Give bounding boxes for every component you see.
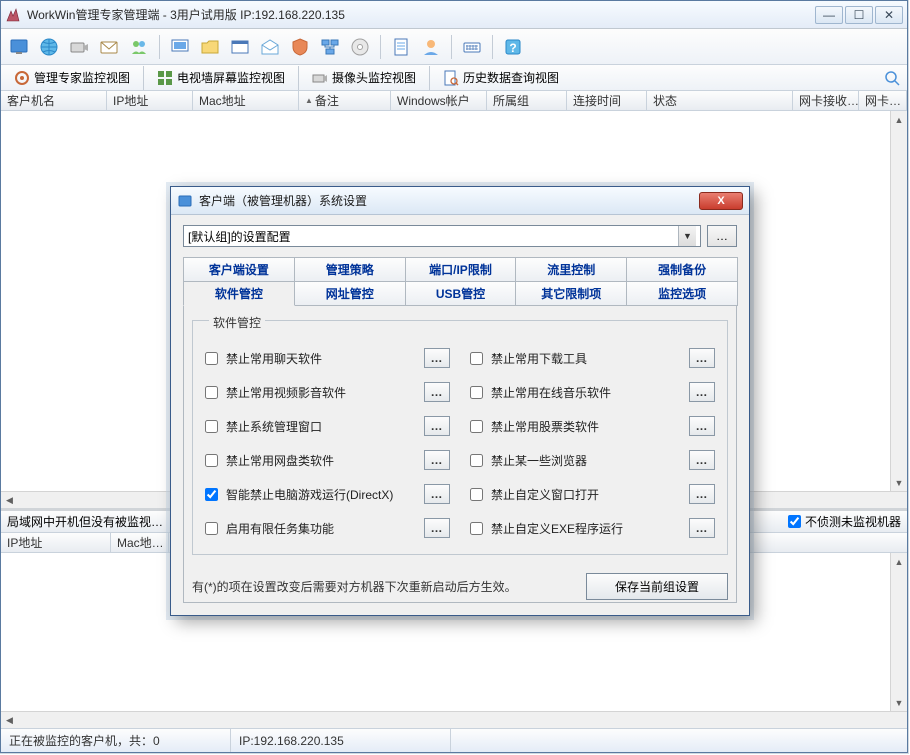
tab-backup[interactable]: 强制备份 bbox=[626, 257, 738, 282]
tab-policy[interactable]: 管理策略 bbox=[294, 257, 406, 282]
dialog-layer: 客户端（被管理机器）系统设置 X [默认组]的设置配置 ▼ … 客户端设置 管理… bbox=[0, 0, 910, 755]
config-dropdown-value: [默认组]的设置配置 bbox=[188, 228, 291, 245]
tab-software[interactable]: 软件管控 bbox=[183, 282, 295, 306]
check-stock: 禁止常用股票类软件 … bbox=[470, 416, 715, 436]
detail-button[interactable]: … bbox=[424, 518, 450, 538]
detail-button[interactable]: … bbox=[689, 450, 715, 470]
checkbox-exe[interactable] bbox=[470, 522, 483, 535]
tabs-row-bottom: 软件管控 网址管控 USB管控 其它限制项 监控选项 bbox=[183, 282, 737, 306]
tab-port-ip[interactable]: 端口/IP限制 bbox=[405, 257, 517, 282]
check-exe: 禁止自定义EXE程序运行 … bbox=[470, 518, 715, 538]
dialog-icon bbox=[177, 193, 193, 209]
checkbox-music[interactable] bbox=[470, 386, 483, 399]
check-sysmgr: 禁止系统管理窗口 … bbox=[205, 416, 450, 436]
footer-note: 有(*)的项在设置改变后需要对方机器下次重新启动后方生效。 bbox=[192, 578, 574, 595]
check-game: 智能禁止电脑游戏运行(DirectX) … bbox=[205, 484, 450, 504]
checkbox-taskset[interactable] bbox=[205, 522, 218, 535]
check-label: 禁止常用下载工具 bbox=[491, 350, 681, 367]
dialog-body: [默认组]的设置配置 ▼ … 客户端设置 管理策略 端口/IP限制 流里控制 强… bbox=[171, 215, 749, 615]
tab-other[interactable]: 其它限制项 bbox=[515, 282, 627, 306]
check-label: 禁止自定义窗口打开 bbox=[491, 486, 681, 503]
check-label: 禁止系统管理窗口 bbox=[226, 418, 416, 435]
check-netdisk: 禁止常用网盘类软件 … bbox=[205, 450, 450, 470]
tab-client[interactable]: 客户端设置 bbox=[183, 257, 295, 282]
dialog-title: 客户端（被管理机器）系统设置 bbox=[199, 192, 699, 209]
check-taskset: 启用有限任务集功能 … bbox=[205, 518, 450, 538]
checkbox-browser[interactable] bbox=[470, 454, 483, 467]
detail-button[interactable]: … bbox=[424, 348, 450, 368]
check-label: 启用有限任务集功能 bbox=[226, 520, 416, 537]
check-browser: 禁止某一些浏览器 … bbox=[470, 450, 715, 470]
checkbox-window[interactable] bbox=[470, 488, 483, 501]
check-label: 智能禁止电脑游戏运行(DirectX) bbox=[226, 486, 416, 503]
checkbox-netdisk[interactable] bbox=[205, 454, 218, 467]
detail-button[interactable]: … bbox=[424, 416, 450, 436]
check-download: 禁止常用下载工具 … bbox=[470, 348, 715, 368]
detail-button[interactable]: … bbox=[689, 382, 715, 402]
save-button[interactable]: 保存当前组设置 bbox=[586, 573, 728, 600]
tab-panel-software: 软件管控 禁止常用聊天软件 … 禁止常用下载工具 … bbox=[183, 306, 737, 603]
checkbox-game[interactable] bbox=[205, 488, 218, 501]
fieldset-legend: 软件管控 bbox=[209, 314, 265, 331]
check-chat: 禁止常用聊天软件 … bbox=[205, 348, 450, 368]
check-window: 禁止自定义窗口打开 … bbox=[470, 484, 715, 504]
settings-dialog: 客户端（被管理机器）系统设置 X [默认组]的设置配置 ▼ … 客户端设置 管理… bbox=[170, 186, 750, 616]
detail-button[interactable]: … bbox=[424, 450, 450, 470]
chevron-down-icon: ▼ bbox=[678, 226, 696, 246]
checkbox-sysmgr[interactable] bbox=[205, 420, 218, 433]
config-browse-button[interactable]: … bbox=[707, 225, 737, 247]
config-select-row: [默认组]的设置配置 ▼ … bbox=[183, 225, 737, 247]
check-grid: 禁止常用聊天软件 … 禁止常用下载工具 … 禁止常用视频影音软件 … bbox=[203, 344, 717, 544]
check-label: 禁止常用在线音乐软件 bbox=[491, 384, 681, 401]
check-label: 禁止自定义EXE程序运行 bbox=[491, 520, 681, 537]
tab-flow[interactable]: 流里控制 bbox=[515, 257, 627, 282]
software-fieldset: 软件管控 禁止常用聊天软件 … 禁止常用下载工具 … bbox=[192, 320, 728, 555]
check-label: 禁止常用股票类软件 bbox=[491, 418, 681, 435]
config-dropdown[interactable]: [默认组]的设置配置 ▼ bbox=[183, 225, 701, 247]
check-label: 禁止常用网盘类软件 bbox=[226, 452, 416, 469]
check-video: 禁止常用视频影音软件 … bbox=[205, 382, 450, 402]
check-label: 禁止常用视频影音软件 bbox=[226, 384, 416, 401]
tab-url[interactable]: 网址管控 bbox=[294, 282, 406, 306]
tabs-row-top: 客户端设置 管理策略 端口/IP限制 流里控制 强制备份 bbox=[183, 257, 737, 282]
tab-monitor[interactable]: 监控选项 bbox=[626, 282, 738, 306]
tab-usb[interactable]: USB管控 bbox=[405, 282, 517, 306]
dialog-close-button[interactable]: X bbox=[699, 192, 743, 210]
detail-button[interactable]: … bbox=[689, 348, 715, 368]
detail-button[interactable]: … bbox=[424, 382, 450, 402]
checkbox-video[interactable] bbox=[205, 386, 218, 399]
dialog-title-bar: 客户端（被管理机器）系统设置 X bbox=[171, 187, 749, 215]
detail-button[interactable]: … bbox=[689, 416, 715, 436]
checkbox-stock[interactable] bbox=[470, 420, 483, 433]
check-label: 禁止常用聊天软件 bbox=[226, 350, 416, 367]
detail-button[interactable]: … bbox=[424, 484, 450, 504]
check-music: 禁止常用在线音乐软件 … bbox=[470, 382, 715, 402]
check-label: 禁止某一些浏览器 bbox=[491, 452, 681, 469]
checkbox-chat[interactable] bbox=[205, 352, 218, 365]
dialog-footer: 有(*)的项在设置改变后需要对方机器下次重新启动后方生效。 保存当前组设置 bbox=[192, 573, 728, 600]
checkbox-download[interactable] bbox=[470, 352, 483, 365]
detail-button[interactable]: … bbox=[689, 518, 715, 538]
detail-button[interactable]: … bbox=[689, 484, 715, 504]
